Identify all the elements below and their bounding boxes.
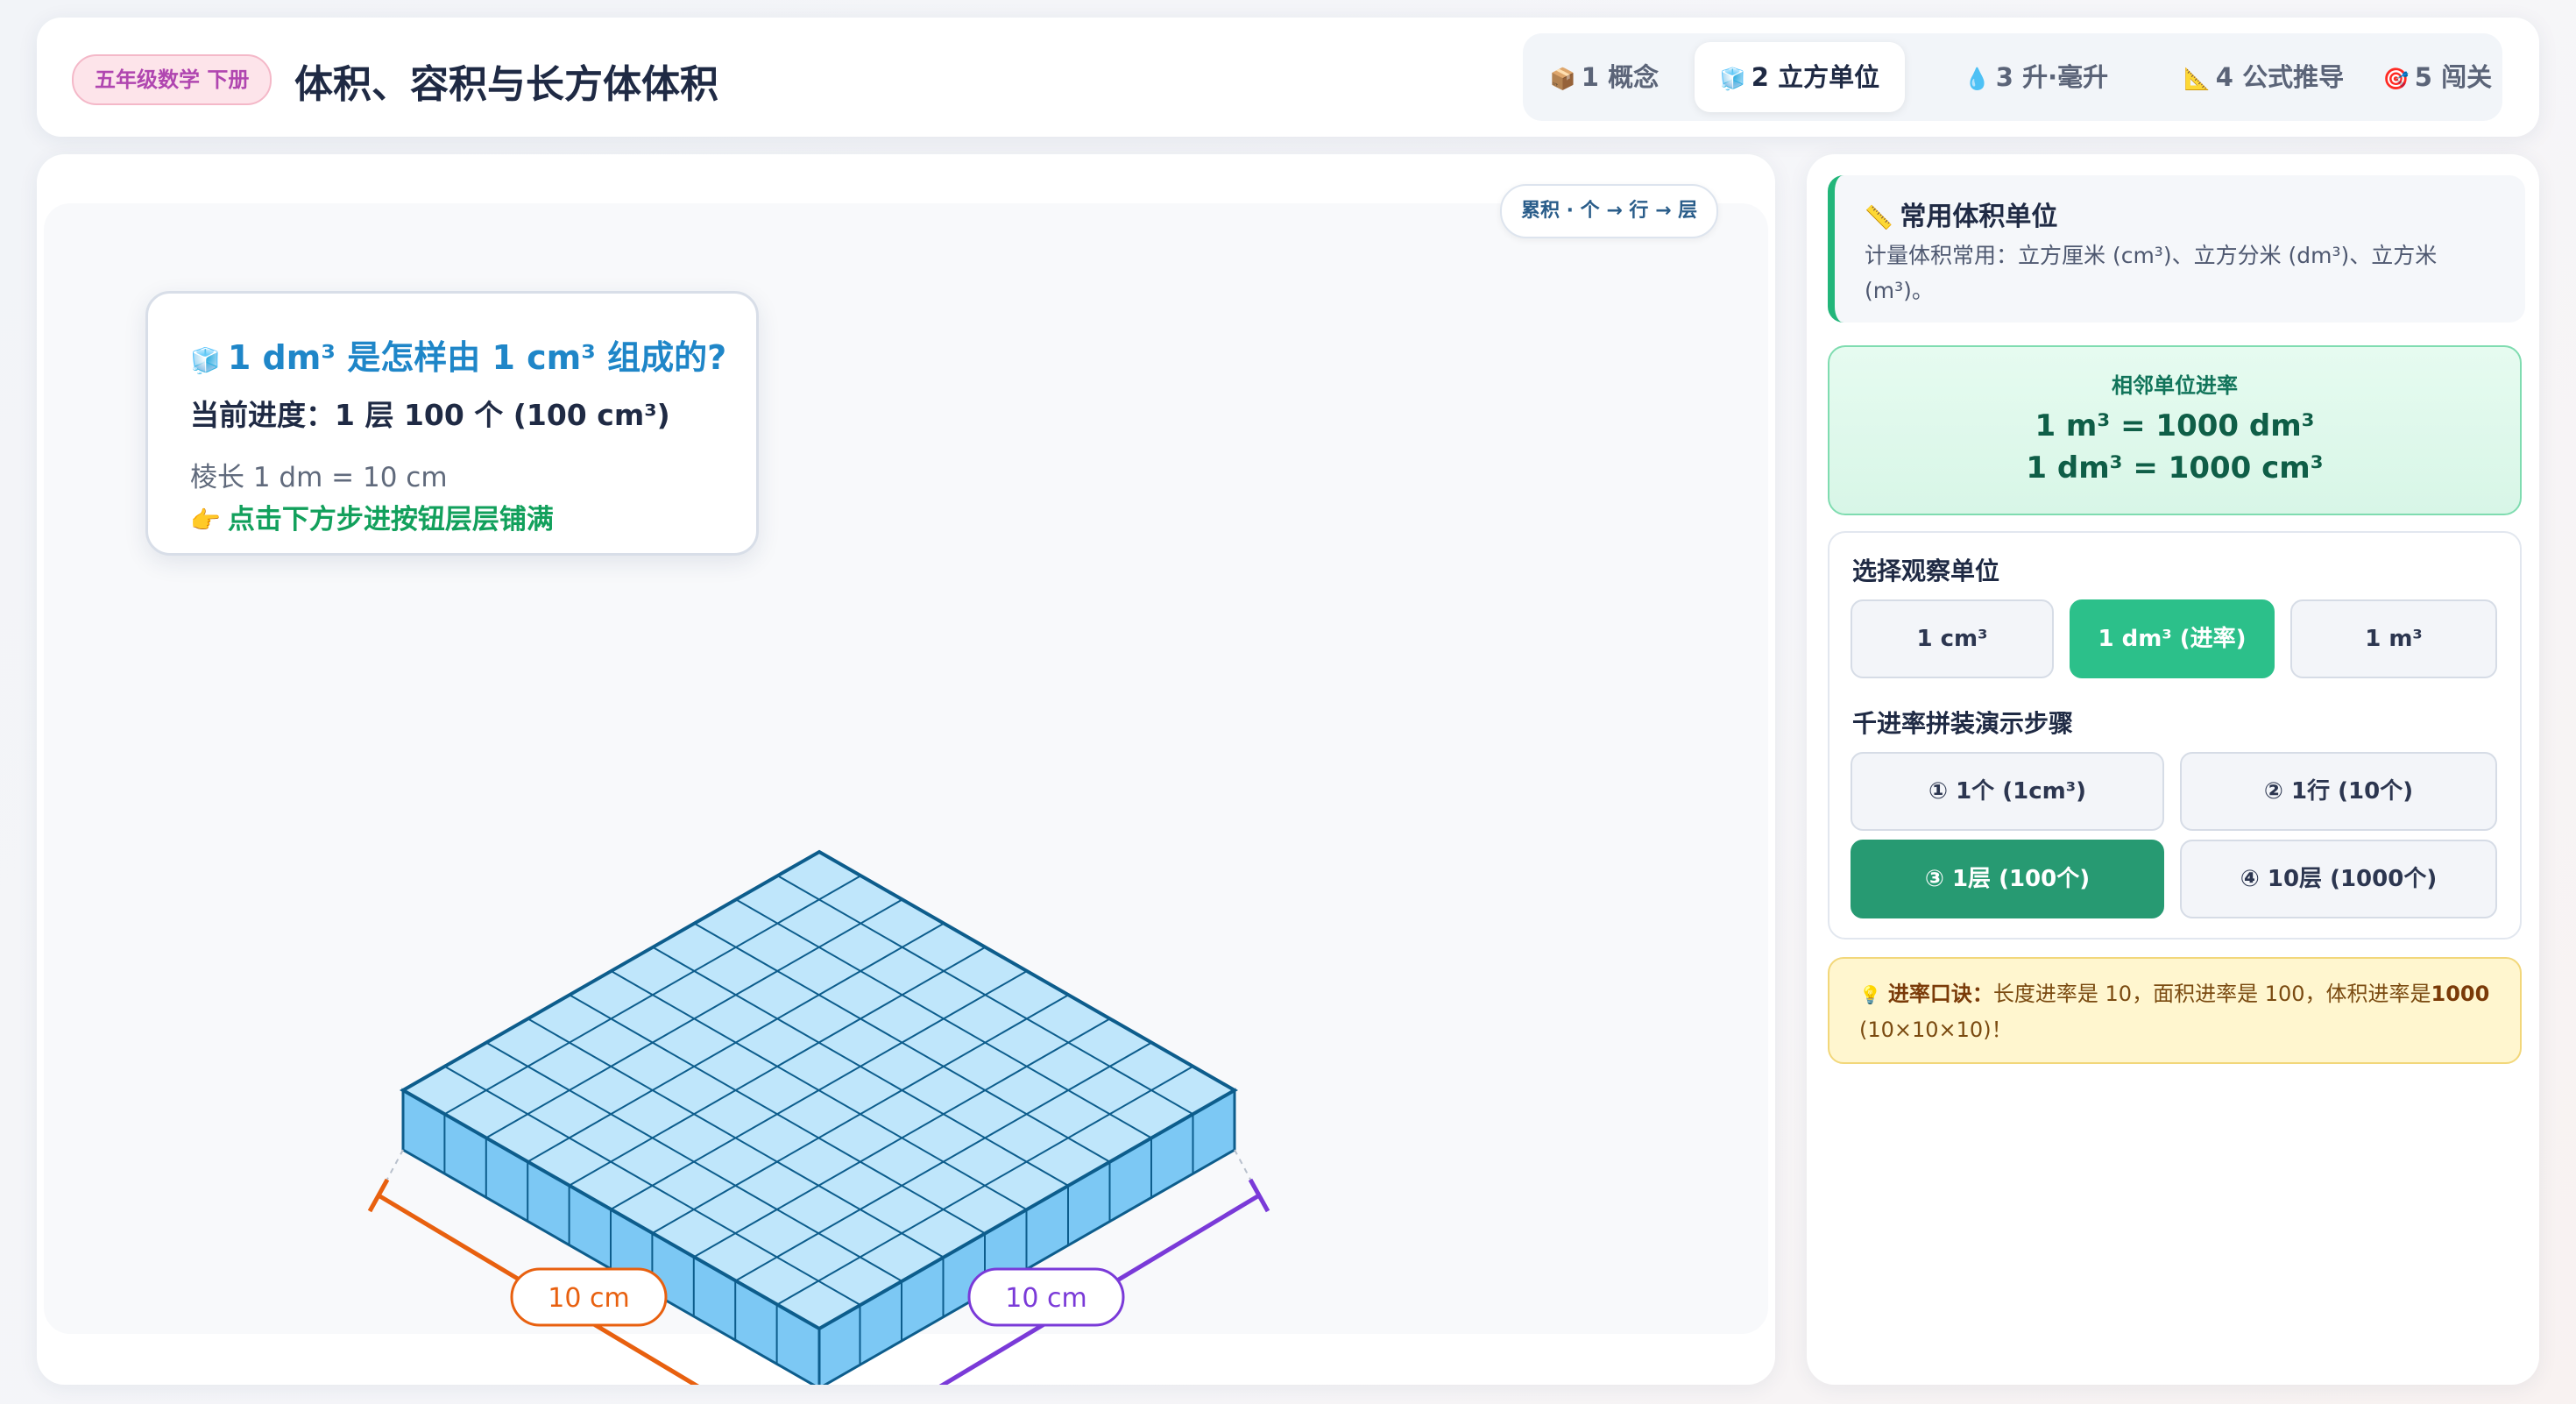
common-units-card: 📏 常用体积单位 计量体积常用：立方厘米 (cm³)、立方分米 (dm³)、立方米… — [1828, 175, 2525, 323]
lightbulb-icon: 💡 — [1859, 984, 1881, 1005]
grade-badge: 五年级数学 下册 — [72, 54, 272, 105]
tab-label: 3 升·毫升 — [1995, 62, 2109, 92]
hint-text: 👉 点击下方步进按钮层层铺满 — [190, 497, 554, 536]
target-icon: 🎯 — [2382, 67, 2410, 91]
hint-text-label: 点击下方步进按钮层层铺满 — [227, 504, 554, 535]
triangle-ruler-icon: 📐 — [2183, 67, 2211, 91]
unit-dm3-button[interactable]: 1 dm³ (进率) — [2070, 599, 2275, 678]
step-one-cube-button[interactable]: ① 1个 (1cm³) — [1851, 752, 2164, 831]
tab-challenge[interactable]: 🎯 5 闯关 — [2378, 42, 2497, 112]
step-one-layer-button[interactable]: ③ 1层 (100个) — [1851, 840, 2164, 918]
step-ten-layers-button[interactable]: ④ 10层 (1000个) — [2180, 840, 2497, 918]
ice-cube-icon: 🧊 — [190, 346, 221, 375]
tab-concept[interactable]: 📦 1 概念 — [1539, 42, 1670, 112]
edge-length-text: 棱长 1 dm = 10 cm — [190, 462, 448, 493]
units-title-text: 常用体积单位 — [1900, 202, 2058, 232]
controls-card: 选择观察单位 1 cm³ 1 dm³ (进率) 1 m³ 千进率拼装演示步骤 ①… — [1828, 531, 2522, 940]
rate-label: 相邻单位进率 — [2112, 373, 2238, 398]
rate-line-m3-dm3: 1 m³ = 1000 dm³ — [2035, 408, 2315, 443]
progress-text: 当前进度：1 层 100 个 (100 cm³) — [190, 398, 670, 432]
water-drop-icon: 💧 — [1964, 67, 1991, 91]
info-title: 🧊 1 dm³ 是怎样由 1 cm³ 组成的? — [190, 330, 726, 379]
pointing-hand-icon: 👉 — [190, 506, 221, 535]
tab-label: 2 立方单位 — [1751, 62, 1880, 92]
step-one-row-button[interactable]: ② 1行 (10个) — [2180, 752, 2497, 831]
tip-strong: 进率口诀： — [1887, 982, 1993, 1006]
tab-label: 5 闯关 — [2414, 62, 2493, 92]
left-dimension-label: 10 cm — [548, 1283, 629, 1314]
left-dimension-tick — [367, 1178, 390, 1213]
rate-line-dm3-cm3: 1 dm³ = 1000 cm³ — [2026, 450, 2324, 486]
unit-cm3-button[interactable]: 1 cm³ — [1851, 599, 2054, 678]
tab-bar: 📦 1 概念 🧊 2 立方单位 💧 3 升·毫升 📐 4 公式推导 🎯 5 闯关 — [1523, 33, 2502, 121]
box-icon: 📦 — [1549, 67, 1576, 91]
tip-text: 💡 进率口诀：长度进率是 10，面积进率是 100，体积进率是1000 (10×1… — [1859, 976, 2490, 1047]
steps-label: 千进率拼装演示步骤 — [1852, 709, 2074, 738]
ice-cube-icon: 🧊 — [1719, 67, 1746, 91]
tip-tail: (10×10×10)！ — [1859, 1018, 2013, 1042]
app-header: 五年级数学 下册 体积、容积与长方体体积 📦 1 概念 🧊 2 立方单位 💧 3 升·… — [37, 18, 2539, 137]
tab-formula[interactable]: 📐 4 公式推导 — [2164, 42, 2364, 112]
tab-label: 1 概念 — [1581, 62, 1660, 92]
tip-strong-value: 1000 — [2431, 982, 2490, 1006]
tip-body: 长度进率是 10，面积进率是 100，体积进率是 — [1992, 982, 2431, 1006]
right-dimension-tick — [1248, 1178, 1270, 1213]
tab-cubic-units[interactable]: 🧊 2 立方单位 — [1695, 42, 1905, 112]
ruler-icon: 📏 — [1865, 205, 1893, 231]
conversion-rate-card: 相邻单位进率 1 m³ = 1000 dm³ 1 dm³ = 1000 cm³ — [1828, 345, 2522, 515]
tab-label: 4 公式推导 — [2215, 62, 2345, 92]
right-dimension-label: 10 cm — [1005, 1283, 1086, 1314]
visual-stage: 10 cm 10 cm 累积 · 个 → 行 → 层 🧊 1 dm³ 是怎样由 1 … — [37, 154, 1775, 1385]
units-description: 计量体积常用：立方厘米 (cm³)、立方分米 (dm³)、立方米 (m³)。 — [1865, 243, 2438, 303]
select-unit-label: 选择观察单位 — [1852, 557, 2000, 585]
unit-m3-button[interactable]: 1 m³ — [2290, 599, 2497, 678]
tip-card: 💡 进率口诀：长度进率是 10，面积进率是 100，体积进率是1000 (10×1… — [1828, 957, 2522, 1064]
control-panel: 📏 常用体积单位 计量体积常用：立方厘米 (cm³)、立方分米 (dm³)、立方米… — [1807, 154, 2539, 1385]
mode-pill: 累积 · 个 → 行 → 层 — [1500, 184, 1719, 238]
info-card: 🧊 1 dm³ 是怎样由 1 cm³ 组成的? 当前进度：1 层 100 个 (1… — [145, 291, 759, 556]
tab-liter-milliliter[interactable]: 💧 3 升·毫升 — [1933, 42, 2140, 112]
info-title-text: 1 dm³ 是怎样由 1 cm³ 组成的? — [227, 338, 727, 377]
page-title: 体积、容积与长方体体积 — [294, 62, 718, 107]
units-title: 📏 常用体积单位 — [1865, 195, 2057, 233]
